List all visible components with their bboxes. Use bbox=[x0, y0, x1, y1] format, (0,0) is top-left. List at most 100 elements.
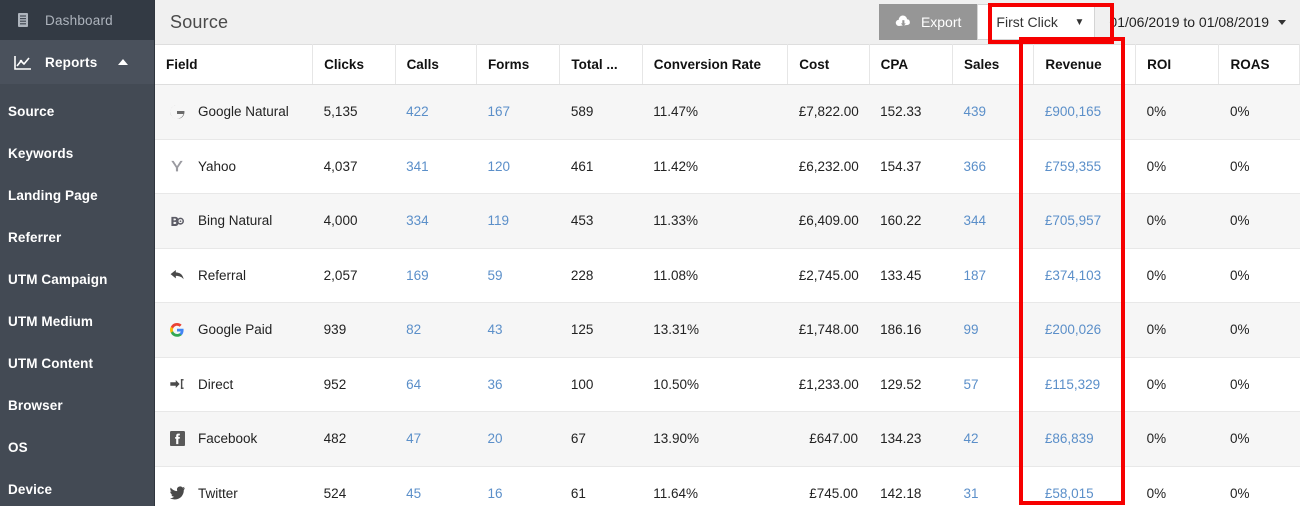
table-row[interactable]: Direct 952 64 36 100 10.50% £1,233.00 129.52 57 £… bbox=[155, 357, 1300, 412]
page-title: Source bbox=[170, 11, 229, 32]
cell-calls[interactable]: 82 bbox=[395, 302, 477, 358]
cell-forms[interactable]: 167 bbox=[476, 84, 560, 140]
cell-roi: 0% bbox=[1135, 411, 1219, 467]
sidebar-item-landing-page[interactable]: Landing Page bbox=[0, 174, 154, 216]
cell-forms[interactable]: 20 bbox=[476, 411, 560, 467]
ruler-icon bbox=[14, 11, 32, 29]
table-row[interactable]: Google Natural 5,135 422 167 589 11.47% £7,822… bbox=[155, 84, 1300, 140]
column-header-conversion-rate[interactable]: Conversion Rate bbox=[642, 44, 789, 85]
cell-roas: 0% bbox=[1218, 466, 1300, 506]
table-row[interactable]: Referral 2,057 169 59 228 11.08% £2,745.00 133.… bbox=[155, 248, 1300, 303]
date-range-value: 01/06/2019 to 01/08/2019 bbox=[1109, 14, 1269, 30]
cell-calls[interactable]: 334 bbox=[395, 193, 477, 249]
cell-sales[interactable]: 31 bbox=[952, 466, 1034, 506]
cell-total: 461 bbox=[559, 139, 643, 194]
column-header-forms[interactable]: Forms bbox=[476, 44, 561, 85]
cell-total: 100 bbox=[559, 357, 643, 412]
sidebar-item-utm-content[interactable]: UTM Content bbox=[0, 342, 154, 384]
sign-in-icon bbox=[168, 375, 186, 393]
cell-revenue[interactable]: £115,329 bbox=[1033, 357, 1136, 412]
cell-cpa: 160.22 bbox=[869, 193, 953, 249]
sidebar-item-keywords[interactable]: Keywords bbox=[0, 132, 154, 174]
cell-forms[interactable]: 16 bbox=[476, 466, 560, 506]
column-header-cpa[interactable]: CPA bbox=[869, 44, 953, 85]
cell-roas: 0% bbox=[1218, 357, 1300, 412]
cell-forms[interactable]: 36 bbox=[476, 357, 560, 412]
sidebar-item-browser-label: Browser bbox=[8, 397, 63, 413]
cell-calls[interactable]: 45 bbox=[395, 466, 477, 506]
cell-forms[interactable]: 119 bbox=[476, 193, 560, 249]
cell-revenue[interactable]: £900,165 bbox=[1033, 84, 1136, 140]
cell-field: Yahoo bbox=[155, 139, 313, 194]
cell-sales[interactable]: 99 bbox=[952, 302, 1034, 358]
cell-cost: £745.00 bbox=[787, 466, 870, 506]
cell-revenue[interactable]: £58,015 bbox=[1033, 466, 1136, 506]
column-header-sales[interactable]: Sales bbox=[952, 44, 1035, 85]
cell-total: 67 bbox=[559, 411, 643, 467]
report-table-container[interactable]: Field Clicks Calls Forms Total ... Conve… bbox=[155, 44, 1300, 506]
sidebar-item-source[interactable]: Source bbox=[0, 90, 154, 132]
cell-calls[interactable]: 422 bbox=[395, 84, 477, 140]
cell-cpa: 152.33 bbox=[869, 84, 953, 140]
cell-calls[interactable]: 341 bbox=[395, 139, 477, 194]
date-range-picker[interactable]: 01/06/2019 to 01/08/2019 bbox=[1095, 4, 1300, 40]
column-header-cost[interactable]: Cost bbox=[787, 44, 870, 85]
cell-revenue[interactable]: £374,103 bbox=[1033, 248, 1136, 303]
sidebar-item-reports[interactable]: Reports bbox=[0, 40, 154, 84]
sidebar-item-referrer-label: Referrer bbox=[8, 229, 62, 245]
cell-sales[interactable]: 187 bbox=[952, 248, 1034, 303]
sidebar-item-os[interactable]: OS bbox=[0, 426, 154, 468]
column-header-total[interactable]: Total ... bbox=[559, 44, 643, 85]
cell-roas: 0% bbox=[1218, 302, 1300, 358]
cell-roi: 0% bbox=[1135, 466, 1219, 506]
sidebar-item-utm-medium[interactable]: UTM Medium bbox=[0, 300, 154, 342]
cell-revenue[interactable]: £759,355 bbox=[1033, 139, 1136, 194]
cell-sales[interactable]: 366 bbox=[952, 139, 1034, 194]
cell-sales[interactable]: 42 bbox=[952, 411, 1034, 467]
table-header: Field Clicks Calls Forms Total ... Conve… bbox=[155, 44, 1300, 85]
column-header-field[interactable]: Field bbox=[155, 44, 314, 85]
cell-conversion-rate: 13.31% bbox=[642, 302, 788, 358]
sidebar-item-device[interactable]: Device bbox=[0, 468, 154, 506]
cell-clicks: 4,037 bbox=[312, 139, 396, 194]
cell-field: Google Paid bbox=[155, 302, 313, 358]
sidebar-item-browser[interactable]: Browser bbox=[0, 384, 154, 426]
cell-revenue[interactable]: £86,839 bbox=[1033, 411, 1136, 467]
cell-calls[interactable]: 47 bbox=[395, 411, 477, 467]
cell-revenue[interactable]: £705,957 bbox=[1033, 193, 1136, 249]
column-header-calls[interactable]: Calls bbox=[395, 44, 477, 85]
export-button[interactable]: Export bbox=[878, 4, 978, 40]
table-body: Google Natural 5,135 422 167 589 11.47% £7,822… bbox=[155, 84, 1300, 506]
attribution-model-select[interactable]: First Click ▼ bbox=[977, 4, 1096, 40]
facebook-icon bbox=[168, 430, 186, 448]
column-header-roi[interactable]: ROI bbox=[1135, 44, 1220, 85]
cell-total: 61 bbox=[559, 466, 643, 506]
cell-forms[interactable]: 59 bbox=[476, 248, 560, 303]
table-row[interactable]: Google Paid 939 82 43 125 13.31% £1,748.00 186.… bbox=[155, 302, 1300, 358]
app-root: Dashboard Reports Source Keywords Landin… bbox=[0, 0, 1300, 506]
cell-roas: 0% bbox=[1218, 193, 1300, 249]
cell-field: Google Natural bbox=[155, 84, 313, 140]
cell-cost: £1,233.00 bbox=[787, 357, 870, 412]
cell-revenue[interactable]: £200,026 bbox=[1033, 302, 1136, 358]
cell-calls[interactable]: 64 bbox=[395, 357, 477, 412]
sidebar-item-utm-campaign[interactable]: UTM Campaign bbox=[0, 258, 154, 300]
cell-sales[interactable]: 439 bbox=[952, 84, 1034, 140]
cell-sales[interactable]: 57 bbox=[952, 357, 1034, 412]
column-header-clicks[interactable]: Clicks bbox=[312, 44, 396, 85]
column-header-revenue[interactable]: Revenue bbox=[1033, 44, 1137, 85]
table-row[interactable]: Twitter 524 45 16 61 11.64% £745.00 142.18 31 £58… bbox=[155, 466, 1300, 506]
cell-sales[interactable]: 344 bbox=[952, 193, 1034, 249]
cell-forms[interactable]: 43 bbox=[476, 302, 560, 358]
cell-conversion-rate: 13.90% bbox=[642, 411, 788, 467]
chevron-up-icon[interactable] bbox=[118, 59, 128, 65]
cell-forms[interactable]: 120 bbox=[476, 139, 560, 194]
column-header-roas[interactable]: ROAS bbox=[1218, 44, 1300, 85]
sidebar-item-referrer[interactable]: Referrer bbox=[0, 216, 154, 258]
table-row[interactable]: Yahoo 4,037 341 120 461 11.42% £6,232.00 154.37… bbox=[155, 139, 1300, 194]
cell-calls[interactable]: 169 bbox=[395, 248, 477, 303]
sidebar-item-dashboard[interactable]: Dashboard bbox=[0, 0, 154, 40]
table-row[interactable]: Bing Natural 4,000 334 119 453 11.33% £6,409.0… bbox=[155, 193, 1300, 249]
cell-cost: £647.00 bbox=[787, 411, 870, 467]
table-row[interactable]: Facebook 482 47 20 67 13.90% £647.00 134.23 42 £8… bbox=[155, 411, 1300, 467]
